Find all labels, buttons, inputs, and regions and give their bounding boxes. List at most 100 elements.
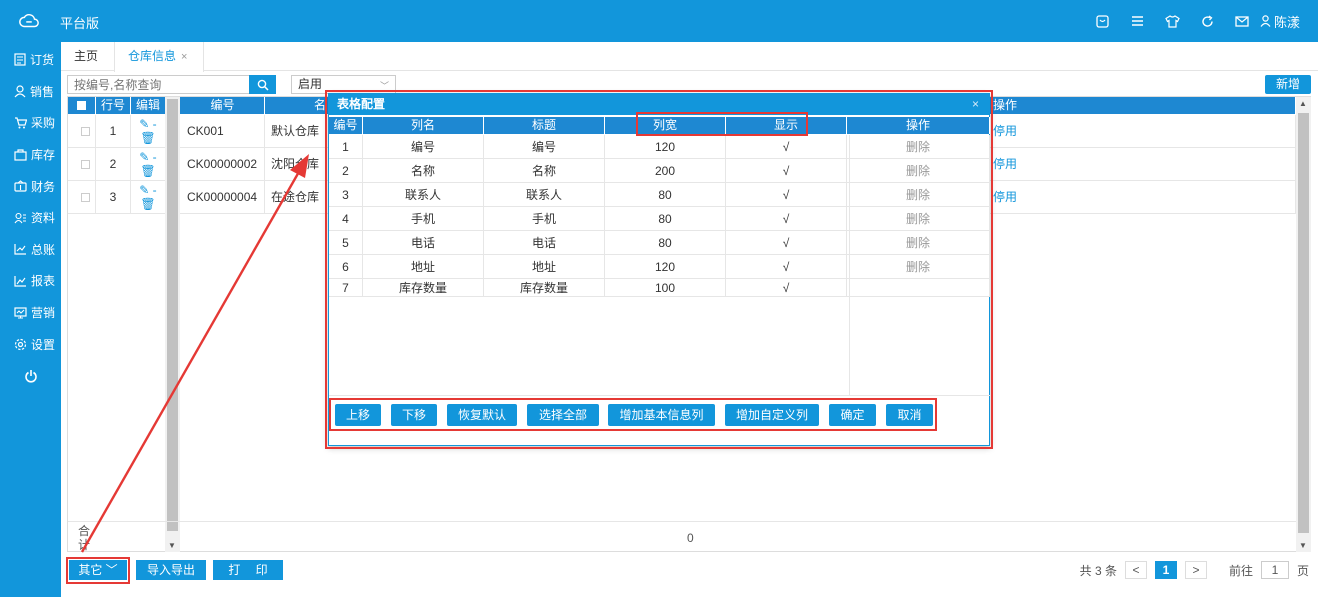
mail-icon[interactable] (1225, 0, 1260, 42)
sidebar-item-label: 资料 (31, 211, 56, 226)
sidebar-item-label: 总账 (31, 242, 56, 257)
sidebar-item-label: 订货 (30, 53, 55, 68)
tab-warehouse-info[interactable]: 仓库信息 × (114, 42, 204, 72)
menu-list-icon[interactable] (1120, 0, 1155, 42)
header-row-no: 行号 (96, 97, 131, 114)
sidebar-item-settings[interactable]: 设置 (0, 328, 61, 360)
select-all-checkbox[interactable] (68, 97, 96, 114)
top-bar: 平台版 陈漾 (0, 0, 1318, 42)
bottom-bar: 其它 ﹀ 导入导出 打 印 共 3 条 < 1 > 前往 1 页 (67, 560, 1317, 584)
sidebar-item-ledger[interactable]: 总账 (0, 234, 61, 266)
search-button[interactable] (249, 75, 276, 94)
new-button[interactable]: 新增 (1265, 75, 1311, 94)
edit-pencil-icon[interactable]: ✎ - (131, 183, 165, 197)
user-name: 陈漾 (1273, 14, 1300, 30)
header-edit: 编辑 (131, 97, 166, 114)
scrollbar-thumb[interactable] (167, 99, 178, 531)
sidebar-item-label: 财务 (31, 179, 56, 194)
row-name: 沈阳仓库 (265, 148, 329, 181)
row-disable-link[interactable]: 停用 (991, 115, 1296, 148)
sidebar-item-report[interactable]: 报表 (0, 265, 61, 297)
total-count: 共 3 条 (1079, 563, 1117, 578)
tab-bar: 主页 仓库信息 × (61, 42, 1318, 72)
row-no: 2 (96, 148, 131, 181)
sidebar-item-label: 销售 (30, 84, 55, 99)
purchase-icon (15, 117, 27, 129)
sidebar-item-stock[interactable]: 库存 (0, 139, 61, 171)
sidebar-item-finance[interactable]: 财务 (0, 170, 61, 202)
row-no: 1 (96, 115, 131, 148)
row-disable-link[interactable]: 停用 (991, 148, 1296, 181)
tab-close-icon[interactable]: × (181, 51, 187, 63)
sidebar-item-purchase[interactable]: 采购 (0, 107, 61, 139)
tab-home[interactable]: 主页 (74, 42, 98, 71)
delete-trash-icon[interactable]: 🗑 (131, 131, 165, 145)
refresh-icon[interactable] (1190, 0, 1225, 42)
header-operation: 操作 (991, 97, 1296, 114)
marketing-icon (14, 306, 27, 319)
scroll-up-icon[interactable]: ▲ (1299, 99, 1307, 108)
delete-trash-icon[interactable]: 🗑 (131, 164, 165, 178)
annotation-dialog-box (325, 90, 993, 449)
sidebar-item-order[interactable]: 订货 (0, 44, 61, 76)
frozen-column-scrollbar[interactable]: ▼ (165, 97, 180, 552)
sidebar-item-data[interactable]: 资料 (0, 202, 61, 234)
current-page-button[interactable]: 1 (1154, 561, 1177, 579)
stock-icon (14, 148, 27, 161)
next-page-button[interactable]: > (1184, 561, 1207, 579)
annotation-other-box (66, 557, 130, 584)
user-icon (1260, 15, 1271, 27)
import-export-button[interactable]: 导入导出 (136, 560, 206, 580)
sidebar-item-label: 报表 (31, 274, 56, 289)
ledger-icon (14, 244, 26, 255)
logout-button[interactable] (0, 360, 61, 392)
row-checkbox[interactable] (81, 127, 90, 136)
summary-row: 合计 0 (68, 521, 1296, 552)
cloud-logo-icon (19, 13, 39, 28)
edit-pencil-icon[interactable]: ✎ - (131, 117, 165, 131)
sidebar-item-label: 营销 (31, 306, 56, 321)
row-no: 3 (96, 181, 131, 214)
pagination: 共 3 条 < 1 > 前往 1 页 (1080, 560, 1317, 580)
row-code: CK00000004 (181, 181, 265, 214)
data-icon (14, 212, 26, 224)
sidebar-item-sales[interactable]: 销售 (0, 76, 61, 108)
settings-icon (14, 338, 27, 350)
header-name: 名 (265, 97, 329, 114)
row-code: CK001 (181, 115, 265, 148)
search-input[interactable] (67, 75, 250, 94)
edit-pencil-icon[interactable]: ✎ - (131, 150, 165, 164)
message-box-icon[interactable] (1085, 0, 1120, 42)
skin-shirt-icon[interactable] (1155, 0, 1190, 42)
sidebar-item-label: 采购 (31, 116, 56, 131)
sidebar: 订货 销售 采购 库存 财务 资料 总账 报表 营销 设置 (0, 42, 61, 597)
row-checkbox[interactable] (81, 160, 90, 169)
search-icon (257, 79, 269, 91)
row-disable-link[interactable]: 停用 (991, 181, 1296, 214)
row-name: 在途仓库 (265, 181, 329, 214)
power-icon (24, 369, 37, 383)
row-code: CK00000002 (181, 148, 265, 181)
sales-icon (14, 85, 26, 98)
summary-value: 0 (687, 531, 694, 545)
tab-label: 仓库信息 (128, 49, 177, 63)
sidebar-item-marketing[interactable]: 营销 (0, 297, 61, 329)
scroll-down-icon[interactable]: ▼ (1299, 541, 1307, 550)
order-icon (14, 53, 26, 66)
scrollbar-thumb[interactable] (1298, 113, 1309, 533)
header-code: 编号 (181, 97, 265, 114)
report-icon (14, 275, 26, 287)
print-button[interactable]: 打 印 (213, 560, 283, 580)
row-checkbox[interactable] (81, 193, 90, 202)
table-scrollbar[interactable]: ▲ ▼ (1296, 97, 1311, 552)
annotation-width-show-box (636, 112, 808, 136)
annotation-buttons-box (329, 398, 937, 431)
delete-trash-icon[interactable]: 🗑 (131, 197, 165, 211)
user-menu[interactable]: 陈漾 (1260, 12, 1318, 31)
goto-page-input[interactable]: 1 (1260, 561, 1289, 579)
page-unit: 页 (1296, 563, 1309, 578)
status-value: 启用 (298, 77, 323, 91)
sidebar-item-label: 库存 (31, 148, 56, 163)
prev-page-button[interactable]: < (1124, 561, 1147, 579)
finance-icon (14, 180, 27, 192)
